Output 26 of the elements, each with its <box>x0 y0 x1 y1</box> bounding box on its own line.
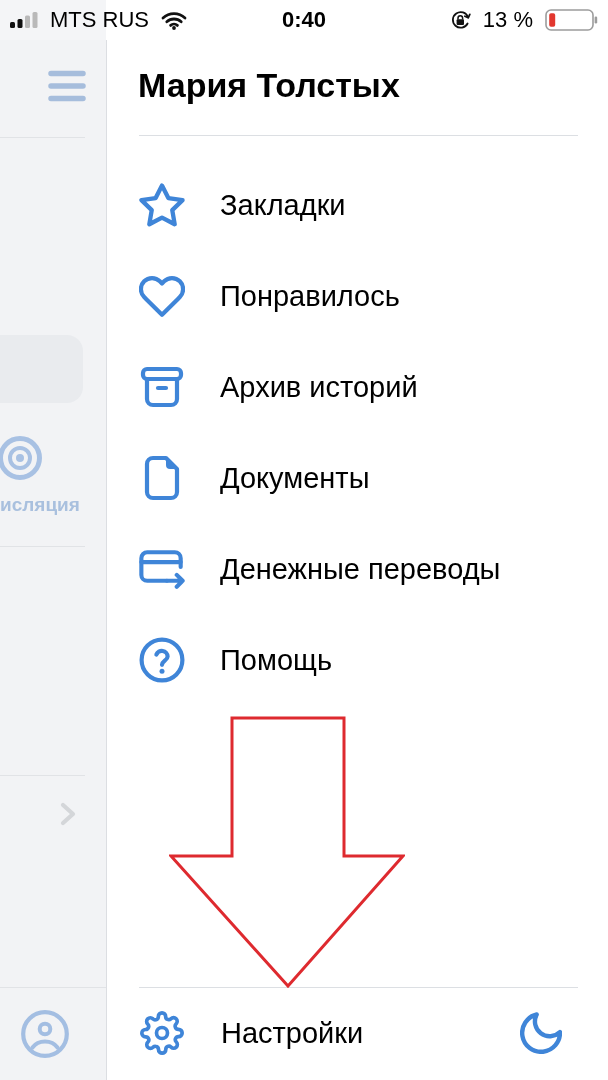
menu-item[interactable]: Помощь <box>139 635 332 685</box>
clock-time: 0:40 <box>281 7 326 33</box>
rotation-lock-icon <box>449 9 471 31</box>
signal-icon <box>10 12 38 28</box>
battery-percent: 13 % <box>482 7 533 33</box>
settings-item[interactable]: Настройки <box>139 1008 364 1058</box>
star-icon <box>139 182 185 228</box>
carrier-name: MTS RUS <box>50 7 149 33</box>
help-icon <box>139 637 185 683</box>
profile-name: Мария Толстых <box>138 65 401 105</box>
moon-icon[interactable] <box>520 1012 562 1054</box>
chevron-right-icon <box>60 802 76 826</box>
menu-icon[interactable] <box>48 70 86 102</box>
menu-item[interactable]: Денежные переводы <box>139 544 501 594</box>
menu-item[interactable]: Документы <box>139 453 370 503</box>
tab-label: исляция <box>0 494 81 516</box>
heart-icon <box>139 273 185 319</box>
wifi-icon <box>161 10 187 30</box>
menu-item[interactable]: Понравилось <box>139 271 400 321</box>
menu-item[interactable]: Закладки <box>139 180 346 230</box>
profile-icon[interactable] <box>21 1010 69 1058</box>
target-icon[interactable] <box>0 436 42 480</box>
gear-icon <box>140 1011 184 1055</box>
menu-item[interactable]: Архив историй <box>139 362 418 412</box>
archive-box-icon <box>139 364 185 410</box>
battery-icon <box>545 9 598 31</box>
